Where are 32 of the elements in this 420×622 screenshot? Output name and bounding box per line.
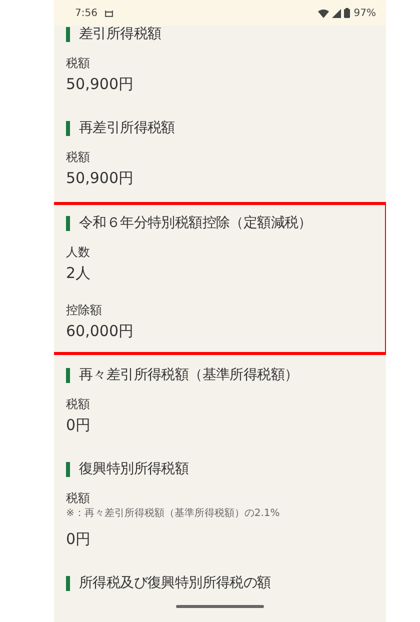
- field-label: 税額: [66, 149, 91, 166]
- field-value: 50,900円: [66, 168, 134, 189]
- section-heading: 再差引所得税額: [79, 119, 175, 137]
- heading-marker: [66, 576, 70, 590]
- battery-icon: [344, 8, 350, 18]
- field-label: 税額: [66, 55, 91, 72]
- section-heading: 復興特別所得税額: [79, 460, 189, 478]
- field-value: 2人: [66, 263, 92, 284]
- field-note: ※：再々差引所得税額（基準所得税額）の2.1%: [66, 507, 281, 521]
- signal-icon: [332, 8, 341, 18]
- notification-icon: [105, 10, 114, 16]
- heading-marker: [66, 216, 70, 230]
- field-value: 0円: [66, 529, 92, 550]
- field-label: 税額: [66, 490, 91, 507]
- wifi-icon: [318, 8, 329, 18]
- field-value: 0円: [66, 415, 92, 436]
- field-value: 50,900円: [66, 74, 134, 95]
- heading-marker: [66, 368, 70, 382]
- field-label: 税額: [66, 396, 91, 413]
- field-value: 60,000円: [66, 321, 134, 342]
- status-time: 7:56: [75, 8, 98, 18]
- field-label: 人数: [66, 244, 91, 261]
- field-label: 控除額: [66, 302, 103, 319]
- section-heading: 差引所得税額: [79, 26, 162, 43]
- heading-marker: [66, 26, 70, 42]
- section-heading: 所得税及び復興特別所得税の額: [79, 574, 271, 592]
- home-indicator[interactable]: [176, 605, 264, 608]
- section-heading: 再々差引所得税額（基準所得税額）: [79, 366, 298, 384]
- heading-marker: [66, 462, 70, 476]
- heading-marker: [66, 120, 70, 136]
- battery-level: 97%: [354, 8, 376, 18]
- section-heading: 令和６年分特別税額控除（定額減税）: [79, 214, 312, 232]
